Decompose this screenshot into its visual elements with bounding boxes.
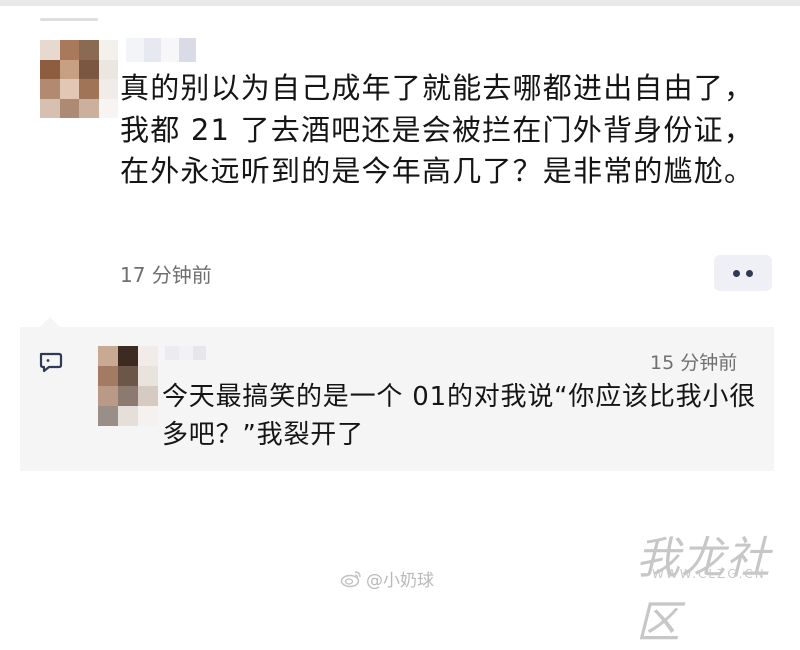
- more-dots-icon: [730, 269, 756, 277]
- reply-avatar[interactable]: [98, 346, 158, 426]
- site-watermark-url: WWW.CLZG.CN: [652, 567, 766, 581]
- reply-username-censored[interactable]: [165, 346, 220, 360]
- top-divider: [0, 0, 800, 6]
- username-censored[interactable]: [126, 38, 196, 62]
- weibo-watermark: @小奶球: [340, 566, 434, 591]
- more-button[interactable]: [714, 255, 772, 291]
- site-watermark-logo: 我龙社区: [636, 533, 771, 648]
- post-timestamp: 17 分钟前: [120, 263, 212, 287]
- avatar[interactable]: [40, 40, 118, 118]
- weibo-logo-icon: [340, 570, 361, 587]
- reply-pointer: [40, 317, 60, 327]
- previous-item-edge: [40, 18, 98, 21]
- reply-text: 今天最搞笑的是一个 01的对我说“你应该比我小很多吧？”我裂开了: [162, 382, 757, 450]
- weibo-handle: @小奶球: [366, 571, 434, 591]
- reply-timestamp: 15 分钟前: [650, 352, 738, 374]
- comment-icon: [39, 352, 63, 373]
- post-text: 真的别以为自己成年了就能去哪都进出自由了，我都 21 了去酒吧还是会被拦在门外背…: [120, 71, 755, 188]
